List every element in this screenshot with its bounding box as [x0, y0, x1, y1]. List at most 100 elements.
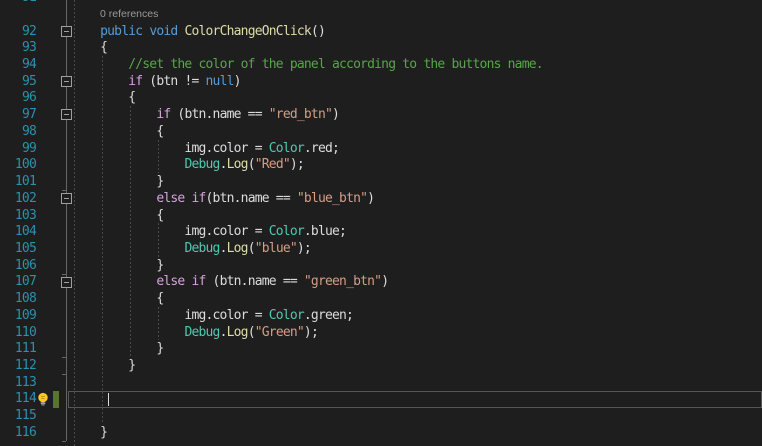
codelens-references[interactable]: 0 references [100, 8, 158, 20]
line-number[interactable]: 101 [0, 173, 37, 190]
code-line[interactable]: 100 Debug. Log("Red"); [0, 157, 762, 174]
code-line[interactable]: 98 { [0, 123, 762, 140]
line-number[interactable]: 112 [0, 357, 37, 374]
line-number[interactable]: 105 [0, 240, 37, 257]
code-line[interactable]: 111 } [0, 340, 762, 357]
code-line[interactable]: 113 [0, 374, 762, 391]
line-number[interactable]: 94 [0, 56, 37, 73]
line-number[interactable]: 102 [0, 190, 37, 207]
code-text[interactable]: img.color = Color .red; [72, 140, 339, 157]
code-line[interactable]: 109 img.color = Color .green; [0, 307, 762, 324]
code-token: else [156, 190, 185, 206]
code-text[interactable]: img.color = Color .green; [72, 307, 353, 324]
code-token: . [219, 240, 228, 256]
code-text[interactable]: Debug. Log("Green"); [72, 324, 318, 341]
code-line[interactable]: 102 else if (btn.name == "blue_btn") [0, 190, 762, 207]
code-text[interactable]: } [72, 357, 136, 374]
line-number[interactable]: 99 [0, 140, 37, 157]
fold-collapse-button[interactable] [60, 192, 72, 204]
codelens-row[interactable]: 0 references [0, 6, 762, 23]
line-number[interactable]: 104 [0, 223, 37, 240]
line-number[interactable]: 108 [0, 290, 37, 307]
code-token: . [219, 157, 228, 173]
code-text[interactable]: else if (btn.name == "green_btn") [72, 274, 389, 291]
code-line[interactable]: 105 Debug. Log("blue"); [0, 240, 762, 257]
code-text[interactable]: //set the color of the panel according t… [72, 56, 543, 73]
code-line[interactable]: 116 } [0, 424, 762, 441]
quick-actions-lightbulb-icon[interactable] [36, 392, 50, 407]
code-line[interactable]: 96 { [0, 90, 762, 107]
code-token: Debug [184, 240, 220, 256]
code-line[interactable]: 103 { [0, 207, 762, 224]
line-number[interactable]: 114 [0, 391, 37, 408]
code-editor[interactable]: 910 references92 public void ColorChange… [0, 0, 762, 446]
text-caret [107, 392, 109, 407]
line-number[interactable]: 109 [0, 307, 37, 324]
code-token: ); [296, 240, 312, 256]
code-text[interactable]: { [72, 90, 136, 107]
line-number[interactable]: 106 [0, 257, 37, 274]
code-line[interactable]: 104 img.color = Color .blue; [0, 223, 762, 240]
code-text[interactable]: if (btn.name == "red_btn") [72, 106, 340, 123]
code-text[interactable]: { [72, 123, 164, 140]
fold-collapse-button[interactable] [60, 109, 72, 121]
fold-collapse-button[interactable] [60, 25, 72, 37]
line-number[interactable]: 96 [0, 90, 37, 107]
line-number[interactable]: 98 [0, 123, 37, 140]
code-line[interactable]: 93 { [0, 39, 762, 56]
code-line[interactable]: 114 [0, 391, 762, 408]
fold-collapse-button[interactable] [60, 75, 72, 87]
line-number[interactable]: 93 [0, 39, 37, 56]
code-line[interactable]: 108 { [0, 290, 762, 307]
line-number[interactable]: 92 [0, 23, 37, 40]
code-token: Color [268, 307, 305, 323]
code-text[interactable]: } [72, 257, 164, 274]
code-text[interactable]: { [72, 207, 164, 224]
code-text[interactable]: if (btn != null) [72, 73, 241, 90]
code-text[interactable]: { [72, 39, 108, 56]
code-token: ColorChangeOnClick [184, 23, 311, 39]
code-token: (btn.name == [205, 190, 297, 206]
code-text[interactable]: Debug. Log("blue"); [72, 240, 311, 257]
code-text[interactable]: else if (btn.name == "blue_btn") [72, 190, 375, 207]
minus-icon [63, 197, 69, 199]
code-line[interactable]: 101 } [0, 173, 762, 190]
code-token: "red_btn" [268, 107, 333, 123]
code-text[interactable]: } [72, 424, 108, 441]
code-line[interactable]: 112 } [0, 357, 762, 374]
line-number[interactable]: 110 [0, 324, 37, 341]
code-token: { [72, 40, 108, 56]
code-token: (btn != [142, 73, 206, 89]
code-text[interactable]: img.color = Color .blue; [72, 223, 346, 240]
code-line[interactable]: 94 //set the color of the panel accordin… [0, 56, 762, 73]
line-number[interactable]: 116 [0, 424, 37, 441]
code-line[interactable]: 97 if (btn.name == "red_btn") [0, 106, 762, 123]
fold-collapse-button[interactable] [60, 276, 72, 288]
code-text[interactable]: public void ColorChangeOnClick() [72, 23, 326, 40]
code-text[interactable]: { [72, 290, 164, 307]
code-token: .green; [303, 307, 354, 323]
code-line[interactable]: 110 Debug. Log("Green"); [0, 324, 762, 341]
code-token: { [72, 207, 164, 223]
code-line[interactable]: 95 if (btn != null) [0, 73, 762, 90]
code-token: null [205, 73, 235, 89]
code-line[interactable]: 107 else if (btn.name == "green_btn") [0, 274, 762, 291]
line-number[interactable]: 113 [0, 374, 37, 391]
code-line[interactable]: 99 img.color = Color .red; [0, 140, 762, 157]
code-text[interactable]: } [72, 340, 164, 357]
code-token: //set the color of the panel according t… [128, 57, 543, 73]
code-text[interactable]: } [72, 173, 164, 190]
line-number[interactable]: 107 [0, 274, 37, 291]
line-number[interactable]: 95 [0, 73, 37, 90]
code-line[interactable]: 115 [0, 407, 762, 424]
code-line[interactable]: 92 public void ColorChangeOnClick() [0, 23, 762, 40]
line-number[interactable]: 97 [0, 106, 37, 123]
line-number[interactable]: 100 [0, 157, 37, 174]
line-number[interactable]: 103 [0, 207, 37, 224]
code-line[interactable]: 106 } [0, 257, 762, 274]
code-text[interactable]: Debug. Log("Red"); [72, 157, 304, 174]
line-number[interactable]: 115 [0, 407, 37, 424]
line-number[interactable]: 111 [0, 340, 37, 357]
